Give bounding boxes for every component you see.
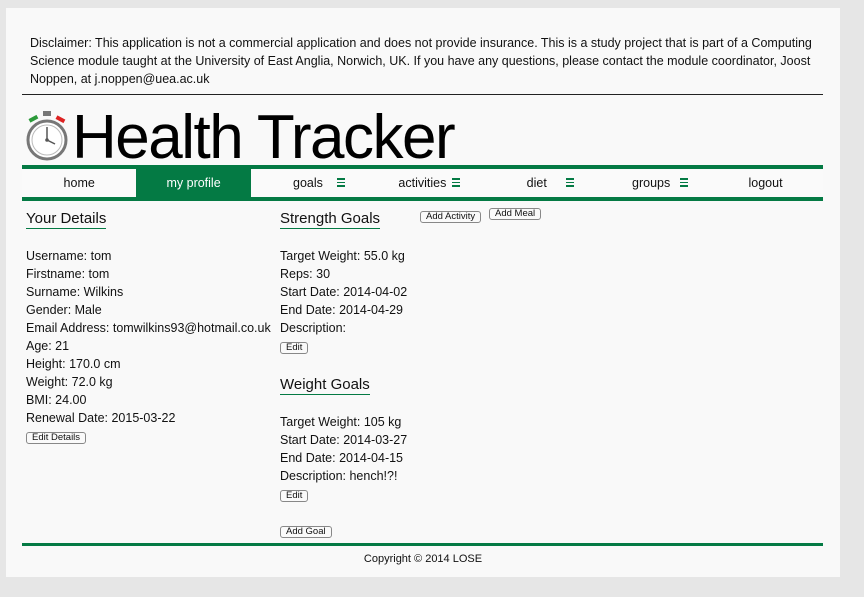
nav-my-profile-label: my profile — [166, 176, 221, 190]
weight-description: Description: hench!?! — [280, 469, 398, 483]
hamburger-menu-icon — [565, 178, 574, 187]
detail-surname: Surname: Wilkins — [26, 285, 124, 299]
detail-firstname: Firstname: tom — [26, 267, 110, 281]
weight-end-date: End Date: 2014-04-15 — [280, 451, 404, 465]
header-divider — [22, 94, 823, 95]
hamburger-menu-icon — [451, 178, 460, 187]
edit-strength-goal-button[interactable]: Edit — [280, 342, 309, 354]
page: Disclaimer: This application is not a co… — [6, 8, 840, 577]
weight-goals-title: Weight Goals — [280, 376, 370, 395]
weight-goal-details: Target Weight: 105 kg Start Date: 2014-0… — [280, 413, 407, 485]
details-list: Username: tom Firstname: tom Surname: Wi… — [26, 247, 271, 427]
strength-description: Description: — [280, 321, 346, 335]
disclaimer-text: Disclaimer: This application is not a co… — [30, 36, 812, 86]
detail-renewal-date: Renewal Date: 2015-03-22 — [26, 411, 176, 425]
nav-activities-label: activities — [398, 176, 447, 190]
strength-target-weight: Target Weight: 55.0 kg — [280, 249, 405, 263]
nav-diet-label: diet — [526, 176, 547, 190]
nav-groups[interactable]: groups — [594, 169, 708, 197]
nav-logout[interactable]: logout — [708, 169, 822, 197]
strength-goals-title: Strength Goals — [280, 210, 381, 229]
add-meal-button[interactable]: Add Meal — [489, 208, 542, 220]
weight-target-weight: Target Weight: 105 kg — [280, 415, 402, 429]
detail-age: Age: 21 — [26, 339, 70, 353]
strength-goal-details: Target Weight: 55.0 kg Reps: 30 Start Da… — [280, 247, 407, 337]
hamburger-menu-icon — [337, 178, 346, 187]
footer-divider — [22, 543, 823, 546]
detail-username: Username: tom — [26, 249, 112, 263]
nav-home-label: home — [63, 176, 95, 190]
detail-email: Email Address: tomwilkins93@hotmail.co.u… — [26, 321, 271, 335]
detail-height: Height: 170.0 cm — [26, 357, 121, 371]
hamburger-menu-icon — [680, 178, 689, 187]
edit-weight-goal-button[interactable]: Edit — [280, 490, 309, 502]
app-title: Health Tracker — [72, 103, 456, 172]
stopwatch-icon — [26, 111, 68, 161]
strength-start-date: Start Date: 2014-04-02 — [280, 285, 408, 299]
nav-groups-label: groups — [632, 176, 671, 190]
add-goal-button[interactable]: Add Goal — [280, 526, 332, 538]
nav-diet[interactable]: diet — [480, 169, 594, 197]
detail-weight: Weight: 72.0 kg — [26, 375, 113, 389]
your-details-title: Your Details — [26, 210, 107, 229]
nav-logout-label: logout — [748, 176, 783, 190]
weight-start-date: Start Date: 2014-03-27 — [280, 433, 408, 447]
copyright-text: Copyright © 2014 LOSE — [363, 553, 483, 565]
main-nav: home my profile goals activities diet gr… — [22, 165, 823, 201]
nav-my-profile[interactable]: my profile — [136, 169, 251, 197]
nav-goals-label: goals — [293, 176, 323, 190]
strength-end-date: End Date: 2014-04-29 — [280, 303, 404, 317]
edit-details-button[interactable]: Edit Details — [26, 432, 87, 444]
nav-goals[interactable]: goals — [251, 169, 365, 197]
detail-gender: Gender: Male — [26, 303, 102, 317]
strength-reps: Reps: 30 — [280, 267, 331, 281]
detail-bmi: BMI: 24.00 — [26, 393, 87, 407]
nav-home[interactable]: home — [22, 169, 136, 197]
add-activity-button[interactable]: Add Activity — [420, 211, 482, 223]
nav-activities[interactable]: activities — [365, 169, 479, 197]
